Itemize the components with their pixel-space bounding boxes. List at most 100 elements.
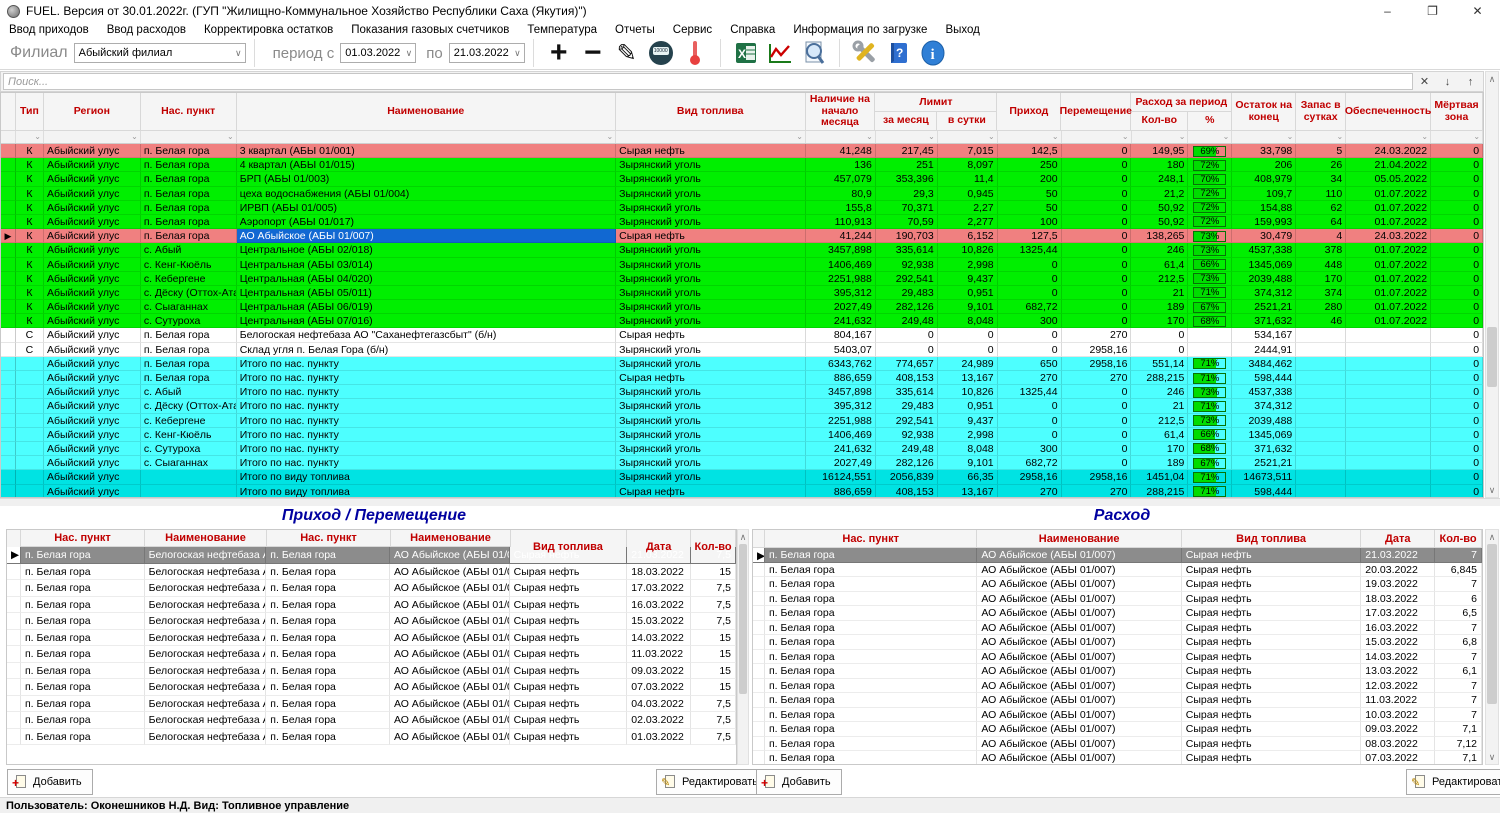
help-icon[interactable]: ? [882, 38, 916, 68]
column-header-secured[interactable]: Обеспеченность [1346, 93, 1431, 131]
expense-row[interactable]: п. Белая гораАО Абыйское (АБЫ 01/007)Сыр… [753, 664, 1482, 679]
column-header-town[interactable]: Нас. пункт [765, 530, 977, 548]
fuel-row[interactable]: САбыйский улусп. Белая гораБелогоская не… [1, 328, 1483, 342]
scroll-down-icon[interactable]: ∨ [1486, 484, 1498, 496]
scroll-thumb[interactable] [1487, 327, 1497, 387]
filter-dropdown-icon[interactable]: ⌄ [606, 132, 613, 142]
filter-cell-dead[interactable]: ⌄ [1431, 131, 1483, 143]
filter-cell-limit_day[interactable]: ⌄ [938, 131, 998, 143]
filter-cell-end[interactable]: ⌄ [1232, 131, 1296, 143]
filter-dropdown-icon[interactable]: ⌄ [131, 132, 138, 142]
period-from-picker[interactable]: 01.03.2022∨ [340, 43, 416, 63]
fuel-row[interactable]: КАбыйский улусп. Белая гора4 квартал (АБ… [1, 158, 1483, 172]
filter-cell-days[interactable]: ⌄ [1296, 131, 1346, 143]
menu-item-3[interactable]: Показания газовых счетчиков [342, 24, 518, 36]
column-header-move[interactable]: Перемещение [1061, 93, 1131, 131]
filter-dropdown-icon[interactable]: ⌄ [866, 132, 873, 142]
expense-edit-button[interactable]: ✎ Редактировать [1406, 769, 1500, 795]
expense-row[interactable]: п. Белая гораАО Абыйское (АБЫ 01/007)Сыр… [753, 708, 1482, 723]
menu-item-4[interactable]: Температура [518, 24, 606, 36]
filter-dropdown-icon[interactable]: ⌄ [1287, 132, 1294, 142]
scroll-down-icon[interactable]: ∨ [1486, 751, 1498, 763]
column-header-start[interactable]: Наличие на начало месяца [806, 93, 876, 131]
preview-icon[interactable] [797, 38, 831, 68]
scroll-thumb[interactable] [739, 544, 747, 694]
expense-row[interactable]: п. Белая гораАО Абыйское (АБЫ 01/007)Сыр… [753, 577, 1482, 592]
filter-cell-move[interactable]: ⌄ [1062, 131, 1132, 143]
expense-row[interactable]: п. Белая гораАО Абыйское (АБЫ 01/007)Сыр… [753, 722, 1482, 737]
filter-dropdown-icon[interactable]: ⌄ [988, 132, 995, 142]
filter-cell-region[interactable]: ⌄ [44, 131, 141, 143]
column-header-type[interactable]: Тип [16, 93, 44, 131]
horizontal-splitter[interactable] [0, 498, 1500, 506]
main-grid-scrollbar[interactable]: ∧ ∨ [1485, 71, 1499, 498]
filter-cell-name[interactable]: ⌄ [237, 131, 616, 143]
income-grid-scrollbar[interactable]: ∧ [737, 529, 749, 765]
filter-dropdown-icon[interactable]: ⌄ [1337, 132, 1344, 142]
income-row[interactable]: п. Белая гораБелогоская нефтебаза АО "Са… [7, 729, 736, 746]
column-header-name[interactable]: Наименование [237, 93, 616, 131]
restore-button[interactable]: ❐ [1410, 0, 1455, 22]
column-header-region[interactable]: Регион [44, 93, 141, 131]
expense-row[interactable]: п. Белая гораАО Абыйское (АБЫ 01/007)Сыр… [753, 737, 1482, 752]
filter-dropdown-icon[interactable]: ⌄ [227, 132, 234, 142]
filter-dropdown-icon[interactable]: ⌄ [1421, 132, 1428, 142]
column-header-from_town[interactable]: Нас. пункт [21, 530, 145, 547]
filter-cell-type[interactable]: ⌄ [16, 131, 44, 143]
filter-cell-prihod[interactable]: ⌄ [998, 131, 1062, 143]
fuel-row[interactable]: КАбыйский улусп. Белая гораБРП (АБЫ 01/0… [1, 172, 1483, 186]
fuel-row[interactable]: Абыйский улусс. Дёску (Оттох-Атах)Итого … [1, 399, 1483, 413]
fuel-row[interactable]: КАбыйский улусс. АбыйЦентральное (АБЫ 02… [1, 243, 1483, 257]
fuel-grid-filter-row[interactable]: ⌄⌄⌄⌄⌄⌄⌄⌄⌄⌄⌄⌄⌄⌄⌄⌄ [1, 131, 1483, 144]
expense-row[interactable]: п. Белая гораАО Абыйское (АБЫ 01/007)Сыр… [753, 635, 1482, 650]
edit-icon[interactable]: ✎ [610, 38, 644, 68]
fuel-row[interactable]: КАбыйский улусс. КебергенеЦентральная (А… [1, 272, 1483, 286]
menu-item-6[interactable]: Сервис [664, 24, 721, 36]
income-row[interactable]: п. Белая гораБелогоская нефтебаза АО "Са… [7, 712, 736, 729]
filter-cell-town[interactable]: ⌄ [141, 131, 237, 143]
fuel-row[interactable]: САбыйский улусп. Белая гораСклад угля п.… [1, 343, 1483, 357]
filter-cell-rashod_pct[interactable]: ⌄ [1188, 131, 1232, 143]
filter-cell-secured[interactable]: ⌄ [1346, 131, 1431, 143]
fuel-row[interactable]: КАбыйский улусс. СыаганнахЦентральная (А… [1, 300, 1483, 314]
scroll-thumb[interactable] [1487, 544, 1497, 704]
column-header-dead[interactable]: Мёртвая зона [1431, 93, 1483, 131]
menu-item-1[interactable]: Ввод расходов [98, 24, 195, 36]
expense-row[interactable]: п. Белая гораАО Абыйское (АБЫ 01/007)Сыр… [753, 650, 1482, 665]
menu-item-8[interactable]: Информация по загрузке [784, 24, 936, 36]
expense-row[interactable]: п. Белая гораАО Абыйское (АБЫ 01/007)Сыр… [753, 751, 1482, 765]
income-row[interactable]: ▶п. Белая гораБелогоская нефтебаза АО "С… [7, 547, 736, 564]
settings-icon[interactable] [848, 38, 882, 68]
fuel-row[interactable]: Абыйский улусс. КебергенеИтого по нас. п… [1, 414, 1483, 428]
filter-dropdown-icon[interactable]: ⌄ [1052, 132, 1059, 142]
filter-dropdown-icon[interactable]: ⌄ [1122, 132, 1129, 142]
fuel-row[interactable]: КАбыйский улусс. Дёску (Оттох-Атах)Центр… [1, 286, 1483, 300]
fuel-row[interactable]: КАбыйский улусп. Белая гора3 квартал (АБ… [1, 144, 1483, 158]
column-header-qty[interactable]: Кол-во [1435, 530, 1482, 548]
fuel-row[interactable]: Абыйский улусИтого по виду топливаЗырянс… [1, 470, 1483, 484]
search-input[interactable]: Поиск... [3, 73, 1413, 90]
fuel-row[interactable]: ▶КАбыйский улусп. Белая гораАО Абыйское … [1, 229, 1483, 243]
fuel-row[interactable]: КАбыйский улусп. Белая гораИРВП (АБЫ 01/… [1, 201, 1483, 215]
fuel-row[interactable]: Абыйский улусс. СутурохаИтого по нас. пу… [1, 442, 1483, 456]
scroll-up-icon[interactable]: ∧ [1486, 531, 1498, 543]
filter-dropdown-icon[interactable]: ⌄ [1223, 132, 1230, 142]
add-icon[interactable]: + [542, 38, 576, 68]
info-icon[interactable]: i [916, 38, 950, 68]
column-header-fuel[interactable]: Вид топлива [616, 93, 806, 131]
column-header-to_town[interactable]: Нас. пункт [267, 530, 391, 547]
search-clear-icon[interactable]: ✕ [1413, 75, 1436, 88]
search-next-icon[interactable]: ↓ [1436, 76, 1459, 88]
income-row[interactable]: п. Белая гораБелогоская нефтебаза АО "Са… [7, 613, 736, 630]
column-header-date[interactable]: Дата [1361, 530, 1435, 548]
minimize-button[interactable]: – [1365, 0, 1410, 22]
expense-grid-scrollbar[interactable]: ∧ ∨ [1485, 529, 1499, 765]
expense-row[interactable]: п. Белая гораАО Абыйское (АБЫ 01/007)Сыр… [753, 592, 1482, 607]
scroll-up-icon[interactable]: ∧ [738, 531, 748, 543]
expense-row[interactable]: п. Белая гораАО Абыйское (АБЫ 01/007)Сыр… [753, 679, 1482, 694]
fuel-row[interactable]: Абыйский улусп. Белая гораИтого по нас. … [1, 371, 1483, 385]
column-header-name[interactable]: Наименование [977, 530, 1181, 548]
income-row[interactable]: п. Белая гораБелогоская нефтебаза АО "Са… [7, 679, 736, 696]
column-header-end[interactable]: Остаток на конец [1232, 93, 1296, 131]
expense-add-button[interactable]: + Добавить [756, 769, 842, 795]
